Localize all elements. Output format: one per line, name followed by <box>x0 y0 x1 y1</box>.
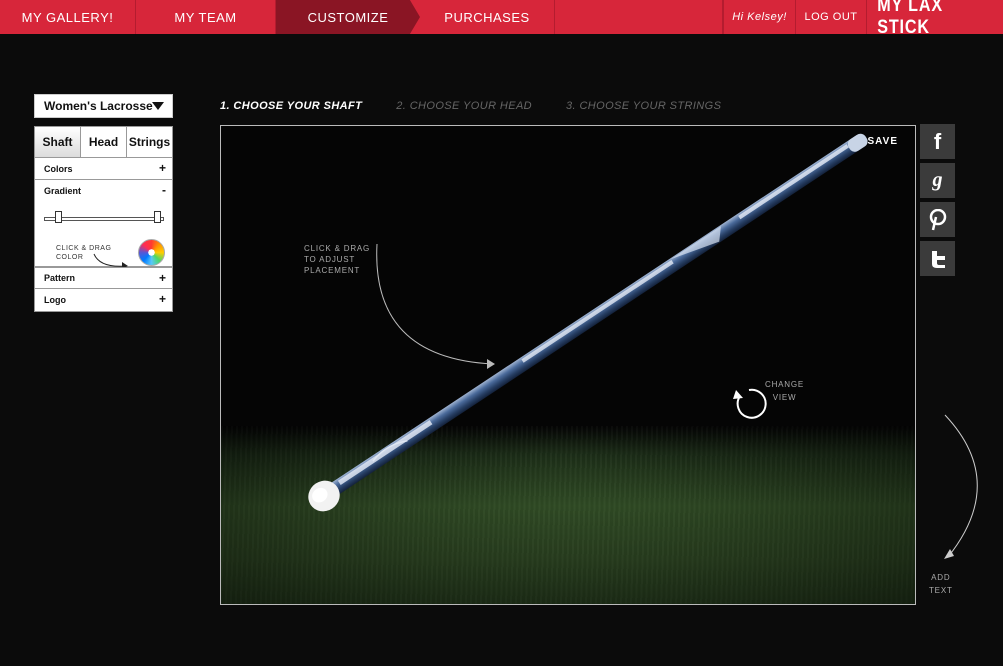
section-gradient[interactable]: Gradient - <box>35 180 172 202</box>
drag-hint-arrow <box>376 243 494 365</box>
gradient-slider-track[interactable] <box>44 217 164 221</box>
step-choose-strings[interactable]: 3. CHOOSE YOUR STRINGS <box>566 100 721 114</box>
section-colors[interactable]: Colors + <box>35 158 172 180</box>
google-plus-icon[interactable]: g <box>920 163 955 198</box>
change-view-line2: VIEW <box>772 393 797 402</box>
gradient-slider-handle-start[interactable] <box>55 211 62 223</box>
color-wheel-picker[interactable] <box>138 239 165 266</box>
nav-spacer <box>555 0 723 34</box>
pinterest-icon[interactable] <box>920 202 955 237</box>
drag-hint-line3: PLACEMENT <box>304 266 361 275</box>
gradient-controls: CLICK & DRAG COLOR <box>35 202 172 269</box>
brand-logo[interactable]: MY LAX STICK <box>877 0 993 38</box>
stick-preview-canvas[interactable]: SAVE CLICK & DRAG TO ADJUST PLACEMENT CH… <box>220 125 916 605</box>
add-text-button[interactable]: ADD TEXT <box>929 571 953 597</box>
section-colors-label: Colors <box>44 163 73 174</box>
nav-purchases[interactable]: PURCHASES <box>420 0 555 34</box>
facebook-icon[interactable]: f <box>920 124 955 159</box>
save-button[interactable]: SAVE <box>868 136 899 147</box>
top-nav: MY GALLERY! MY TEAM CUSTOMIZE PURCHASES … <box>0 0 1003 38</box>
step-nav: 1. CHOOSE YOUR SHAFT 2. CHOOSE YOUR HEAD… <box>220 100 721 114</box>
tab-strings[interactable]: Strings <box>127 127 172 157</box>
change-view-label: CHANGE VIEW <box>765 378 804 404</box>
section-logo-label: Logo <box>44 295 66 305</box>
gradient-slider-handle-end[interactable] <box>154 211 161 223</box>
user-greeting: Hi Kelsey! <box>723 0 796 34</box>
section-gradient-label: Gradient <box>44 186 82 196</box>
collapse-icon[interactable]: - <box>162 183 166 197</box>
change-view-line1: CHANGE <box>765 380 805 389</box>
expand-icon[interactable]: + <box>159 161 166 175</box>
drag-hint: CLICK & DRAG TO ADJUST PLACEMENT <box>304 243 370 276</box>
step-choose-head[interactable]: 2. CHOOSE YOUR HEAD <box>396 100 532 114</box>
social-share-bar: f g <box>920 124 957 280</box>
nav-customize[interactable]: CUSTOMIZE <box>276 0 420 34</box>
twitter-glyph <box>931 250 945 268</box>
nav-my-gallery[interactable]: MY GALLERY! <box>0 0 136 34</box>
section-pattern[interactable]: Pattern + <box>35 267 172 289</box>
nav-my-team[interactable]: MY TEAM <box>136 0 276 34</box>
tab-shaft[interactable]: Shaft <box>35 127 81 157</box>
logout-link[interactable]: LOG OUT <box>796 0 867 34</box>
section-logo[interactable]: Logo + <box>35 289 172 311</box>
drag-hint-line2: TO ADJUST <box>304 255 356 264</box>
tab-head[interactable]: Head <box>81 127 127 157</box>
rotate-icon <box>733 388 767 419</box>
section-pattern-label: Pattern <box>44 273 76 283</box>
lacrosse-shaft-image[interactable] <box>221 126 916 605</box>
expand-icon[interactable]: + <box>159 292 166 306</box>
sport-dropdown[interactable]: Women's Lacrosse <box>34 94 173 118</box>
expand-icon[interactable]: + <box>159 271 166 285</box>
twitter-icon[interactable] <box>920 241 955 276</box>
options-panel: Shaft Head Strings Colors + Gradient - C… <box>34 126 173 312</box>
caret-down-icon <box>152 102 164 110</box>
sport-dropdown-value: Women's Lacrosse <box>44 99 153 113</box>
add-text-line1: ADD <box>931 573 951 582</box>
pinterest-glyph <box>929 208 946 230</box>
change-view-button[interactable]: CHANGE VIEW <box>731 378 821 422</box>
drag-hint-line1: CLICK & DRAG <box>304 244 371 253</box>
step-choose-shaft[interactable]: 1. CHOOSE YOUR SHAFT <box>220 100 362 114</box>
app-root: MY GALLERY! MY TEAM CUSTOMIZE PURCHASES … <box>0 0 1003 666</box>
add-text-arrow-icon <box>944 414 978 559</box>
part-tabs: Shaft Head Strings <box>35 127 172 158</box>
add-text-line2: TEXT <box>929 586 953 595</box>
